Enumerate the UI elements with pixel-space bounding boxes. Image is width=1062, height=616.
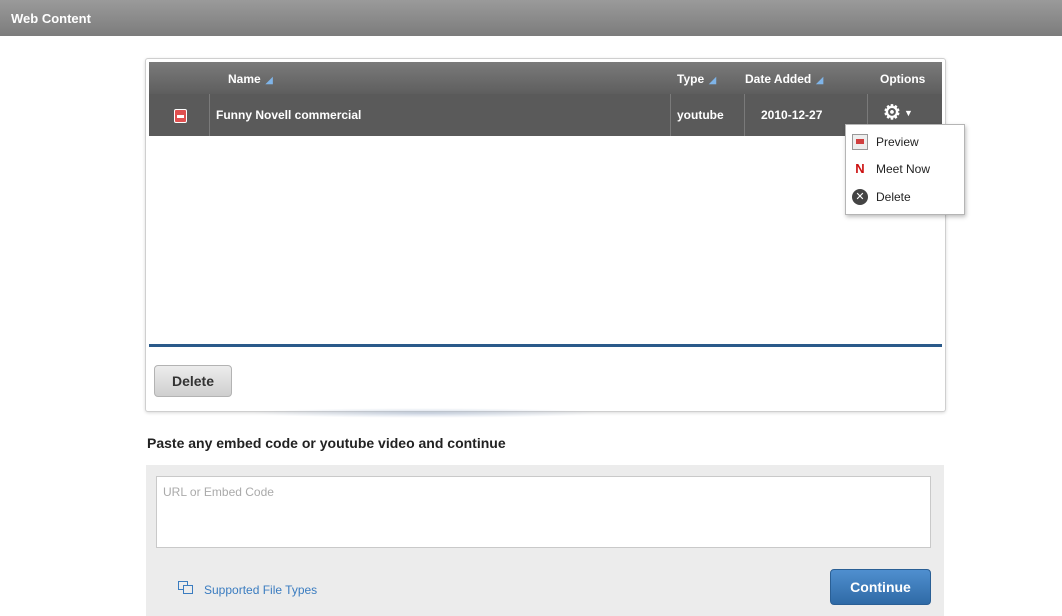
menu-item-preview[interactable]: Preview [852, 132, 960, 152]
gear-icon[interactable]: ⚙ [883, 103, 901, 123]
meet-now-icon: N [855, 161, 865, 176]
continue-button[interactable]: Continue [830, 569, 931, 605]
delete-button[interactable]: Delete [154, 365, 232, 397]
sort-icon: ◢ [709, 75, 717, 85]
row-name: Funny Novell commercial [216, 108, 362, 122]
options-dropdown-menu: Preview N Meet Now ✕ Delete [845, 124, 965, 215]
column-divider [209, 94, 210, 136]
column-header-date-added[interactable]: Date Added ◢ [745, 72, 823, 86]
content-list-panel: Name ◢ Type ◢ Date Added ◢ Options Funny No… [145, 58, 946, 412]
page-title: Web Content [11, 11, 91, 26]
column-divider [670, 94, 671, 136]
row-date-added: 2010-12-27 [761, 108, 823, 122]
file-types-icon[interactable] [178, 581, 193, 594]
list-divider [149, 344, 942, 347]
menu-item-delete[interactable]: ✕ Delete [852, 187, 960, 207]
window-titlebar: Web Content [0, 0, 1062, 36]
paste-section: Supported File Types Continue [146, 465, 944, 616]
column-header-name[interactable]: Name ◢ [228, 72, 273, 86]
video-file-icon [174, 109, 187, 123]
menu-item-meet-now[interactable]: N Meet Now [852, 159, 960, 179]
row-type: youtube [677, 108, 724, 122]
url-embed-input[interactable] [156, 476, 931, 548]
sort-icon: ◢ [816, 75, 824, 85]
table-row[interactable]: Funny Novell commercial youtube 2010-12-… [149, 94, 942, 136]
column-header-type[interactable]: Type ◢ [677, 72, 716, 86]
column-divider [744, 94, 745, 136]
paste-heading: Paste any embed code or youtube video an… [147, 435, 506, 451]
delete-icon: ✕ [852, 189, 868, 205]
supported-file-types-link[interactable]: Supported File Types [204, 583, 317, 597]
column-header-options: Options [880, 72, 926, 86]
sort-icon: ◢ [265, 75, 273, 85]
preview-icon [852, 134, 868, 150]
table-header: Name ◢ Type ◢ Date Added ◢ Options [149, 62, 942, 94]
chevron-down-icon[interactable]: ▼ [904, 108, 913, 118]
panel-shadow [250, 408, 600, 418]
